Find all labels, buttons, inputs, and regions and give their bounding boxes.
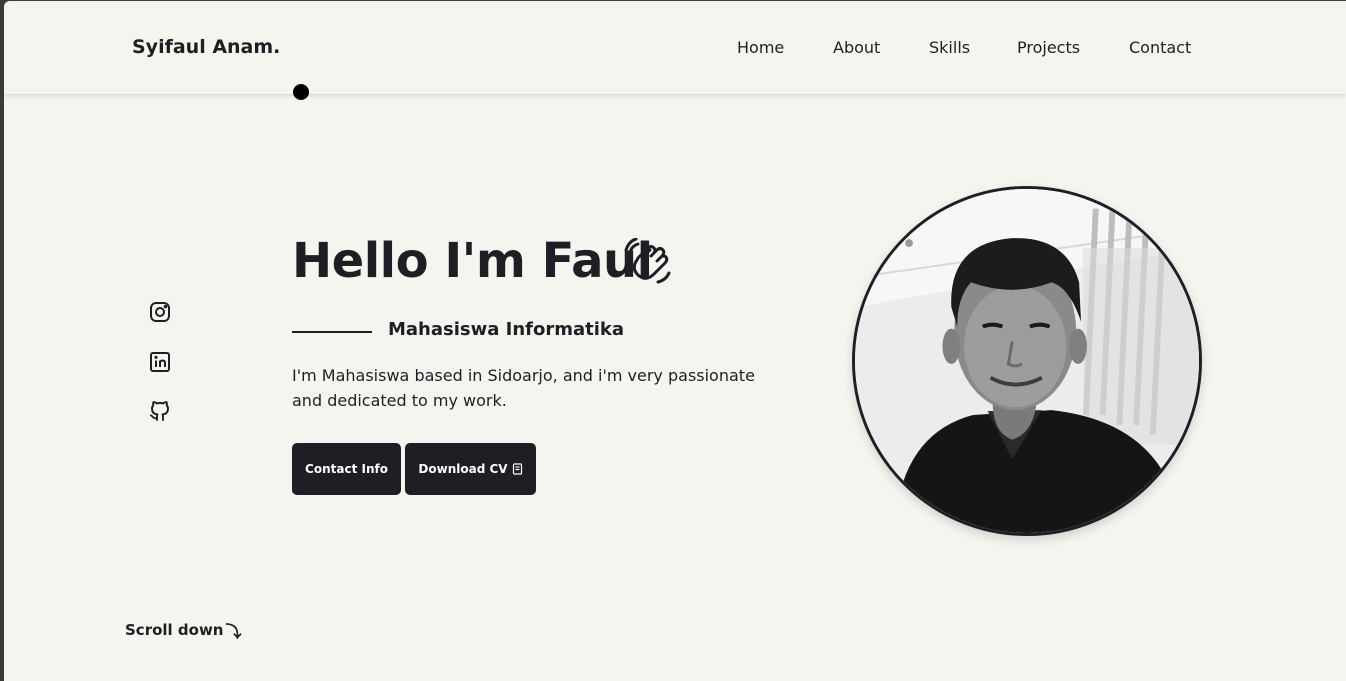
waving-hand-icon <box>624 238 671 284</box>
page: Syifaul Anam. Home About Skills Projects… <box>4 1 1346 681</box>
linkedin-icon[interactable] <box>148 350 172 374</box>
hero-subtitle: Mahasiswa Informatika <box>388 319 625 340</box>
nav-projects[interactable]: Projects <box>1017 38 1080 57</box>
document-icon <box>512 463 522 475</box>
download-cv-label: Download CV <box>418 462 508 476</box>
scroll-down-link[interactable]: Scroll down ⤵ <box>125 618 242 642</box>
scroll-down-label: Scroll down <box>125 621 224 639</box>
logo[interactable]: Syifaul Anam. <box>132 36 280 58</box>
profile-photo <box>852 186 1202 536</box>
hero-description: I'm Mahasiswa based in Sidoarjo, and i'm… <box>292 366 755 410</box>
contact-info-button[interactable]: Contact Info <box>292 443 401 495</box>
subtitle-divider <box>292 331 372 333</box>
github-icon[interactable] <box>148 399 172 423</box>
hero-title: Hello I'm Faul <box>292 233 653 289</box>
nav-about[interactable]: About <box>833 38 880 57</box>
navbar: Syifaul Anam. Home About Skills Projects… <box>4 1 1346 94</box>
arrow-down-icon: ⤵ <box>225 622 242 641</box>
instagram-icon[interactable] <box>148 300 172 324</box>
cursor-dot <box>293 84 309 100</box>
nav-home[interactable]: Home <box>737 38 784 57</box>
nav-skills[interactable]: Skills <box>929 38 970 57</box>
contact-info-label: Contact Info <box>305 462 388 476</box>
nav-contact[interactable]: Contact <box>1129 38 1191 57</box>
download-cv-button[interactable]: Download CV <box>405 443 536 495</box>
